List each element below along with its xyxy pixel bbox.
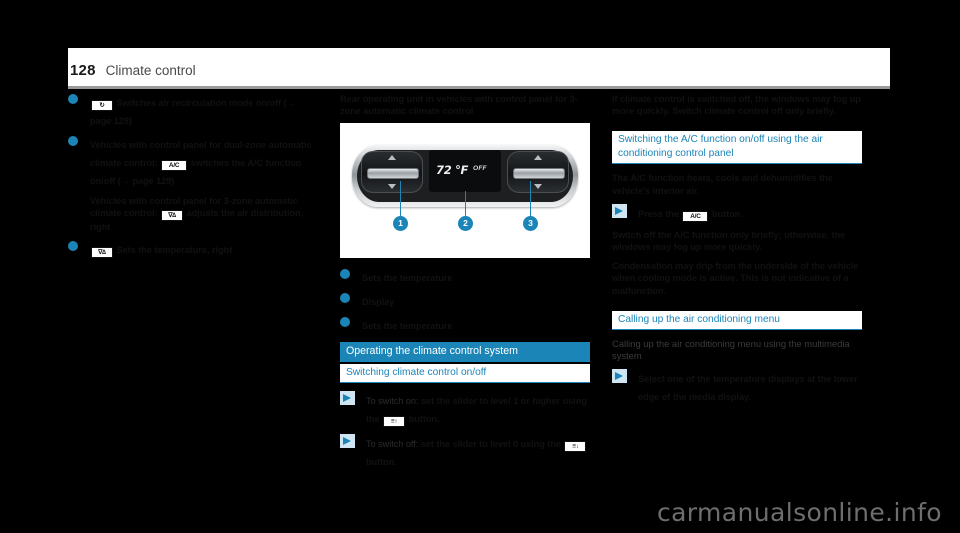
step-lead: To switch on: [366,396,419,406]
list-item-label: Vehicles with control panel for dual-zon… [90,140,312,186]
temperature-value: 72 °F [436,163,469,177]
paragraph-condensation: Condensation may drip from the underside… [612,261,859,296]
paragraph-ac-function: The A/C function heats, cools and dehumi… [612,173,833,196]
bullet-dot-icon [68,241,78,252]
step-text-after: button. [366,457,397,467]
subheading-multimedia: Calling up the air conditioning menu usi… [612,337,850,362]
list-item: Vehicles with control panel for dual-zon… [68,135,318,189]
legend-item: Sets the temperature [340,268,590,286]
step-item-label: Press the A/C button. [638,208,743,222]
callout-leader-2 [465,191,467,216]
list-item-text: Switches air recirculation mode on/off (… [90,98,296,126]
fan-speed-icon: ≡↑ [383,416,406,427]
step-item: Select one of the temperature displays a… [612,368,862,405]
page-number: 128 [70,62,96,79]
triangle-right-icon [343,437,351,445]
bullet-dot-icon [68,136,78,146]
triangle-right-icon [615,206,623,215]
list-item-text: Sets the temperature, right [116,245,233,256]
callout-leader-3 [530,181,532,216]
right-control-module[interactable] [507,151,569,193]
temperature-slider-left[interactable] [367,168,419,179]
step-item: Press the A/C button. [612,203,862,222]
page-header: 128 Climate control [68,48,890,86]
step-item-label: Select one of the temperature displays a… [638,373,858,402]
section-heading-sub: Switching climate control on/off [340,364,590,383]
triangle-right-icon [343,394,351,402]
step-item: To switch on: set the slider to level 1 … [340,391,590,427]
list-item: ∇∆ Sets the temperature, right [68,240,318,259]
arrow-up-icon[interactable] [388,155,396,160]
temperature-right-icon: ∇∆ [91,247,113,259]
column-middle: Rear operating unit in vehicles with con… [340,93,590,477]
climate-display: 72 °F OFF [429,150,501,192]
bullet-dot-icon [340,269,350,279]
step-item: To switch off: set the slider to level 0… [340,434,590,470]
rear-operating-unit-figure: 72 °F OFF 1 2 3 [340,123,590,258]
legend-item-label: Sets the temperature [362,273,453,283]
column-left: ↻ Switches air recirculation mode on/off… [68,93,318,264]
sub-paragraph: Vehicles with control panel for 3-zone a… [90,195,318,233]
ac-button-icon: A/C [682,210,709,222]
step-item-label: To switch on: set the slider to level 1 … [366,396,587,427]
paragraph-ac-brief: Switch off the A/C function only briefly… [612,229,846,253]
section-heading-bar: Operating the climate control system [340,342,590,362]
legend-item-label: Sets the temperature [362,321,453,331]
chapter-title: Climate control [105,63,196,78]
callout-3: 3 [523,216,538,231]
header-divider [68,86,890,89]
manual-page: 128 Climate control ↻ Switches air recir… [68,48,890,485]
figure-caption: Rear operating unit in vehicles with con… [340,94,578,116]
callout-leader-1 [400,181,402,216]
arrow-down-icon[interactable] [388,184,396,189]
step-text-after: button. [711,208,743,219]
ac-button-icon: A/C [161,160,188,171]
section-heading-ac-menu: Calling up the air conditioning menu [612,310,862,330]
column-right: If climate control is switched off, the … [612,93,862,412]
legend-item: Display [340,292,590,310]
page-body: ↻ Switches air recirculation mode on/off… [68,93,890,485]
list-item-label: ↻ Switches air recirculation mode on/off… [90,98,296,126]
legend-item: Sets the temperature [340,316,590,334]
step-text-before: set the slider to level 0 using the [420,439,561,449]
step-text-before: Press the [638,208,679,219]
bullet-dot-icon [340,317,350,327]
bullet-dot-icon [340,293,350,303]
arrow-up-icon[interactable] [534,155,542,160]
left-control-module[interactable] [361,151,423,193]
step-lead: To switch off: [366,439,419,449]
step-text-after: button. [408,414,440,424]
air-distribution-icon: ∇∆ [161,210,184,222]
list-item: ↻ Switches air recirculation mode on/off… [68,93,318,129]
temperature-slider-right[interactable] [513,168,565,179]
arrow-down-icon[interactable] [534,184,542,189]
callout-1: 1 [393,216,408,231]
legend-item-label: Display [362,297,395,307]
list-item-label: ∇∆ Sets the temperature, right [90,245,233,259]
ac-status-value: OFF [473,165,487,172]
step-item-label: To switch off: set the slider to level 0… [366,439,587,467]
air-recirculation-icon: ↻ [91,100,113,111]
watermark: carmanualsonline.info [656,498,942,527]
fan-speed-icon: ≡↓ [564,441,587,452]
bullet-dot-icon [68,94,78,104]
intro-paragraph: If climate control is switched off, the … [612,94,861,117]
triangle-right-icon [615,371,623,380]
section-heading-ac-onoff: Switching the A/C function on/off using … [612,131,862,165]
callout-2: 2 [458,216,473,231]
